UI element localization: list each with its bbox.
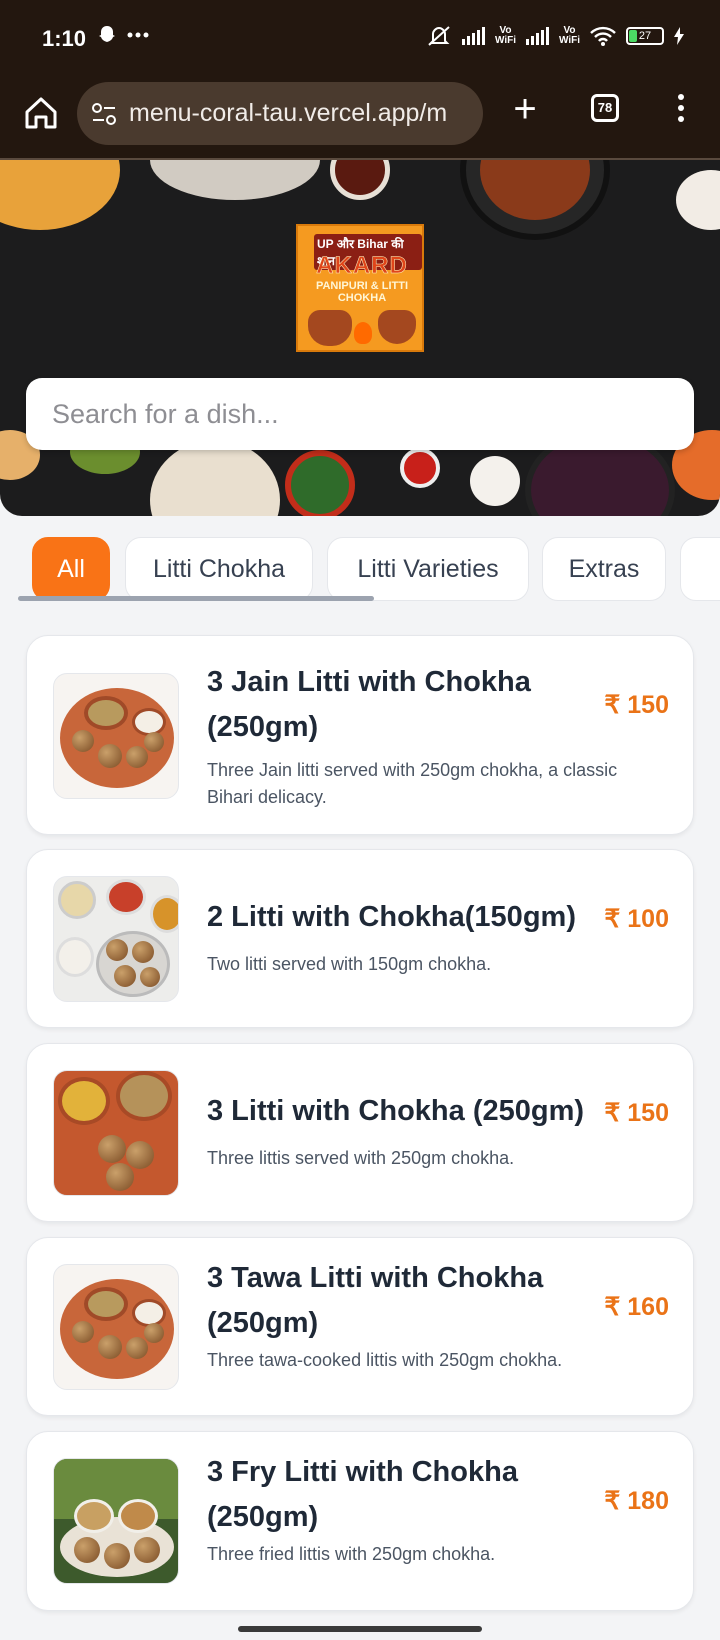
item-price: ₹ 150 (604, 691, 669, 719)
logo-pot-graphic (378, 310, 416, 344)
battery-level: 27 (638, 30, 652, 42)
url-text[interactable]: menu-coral-tau.vercel.app/m (129, 99, 469, 128)
status-right-icons: Vo WiFi Vo WiFi 27 (426, 24, 684, 48)
decor-dish (400, 448, 440, 488)
logo-pot-graphic (308, 310, 352, 346)
vowifi-icon-2: Vo WiFi (558, 25, 580, 46)
menu-item-card[interactable]: 3 Jain Litti with Chokha (250gm) Three J… (26, 635, 694, 835)
item-description: Three tawa-cooked littis with 250gm chok… (207, 1350, 563, 1370)
item-name: 2 Litti with Chokha(150gm) (207, 901, 576, 933)
dish-image (53, 1264, 179, 1390)
menu-item-card[interactable]: 3 Fry Litti with Chokha (250gm) Three fr… (26, 1431, 694, 1611)
restaurant-logo: UP और Bihar की शान AKARD PANIPURI & LITT… (296, 224, 424, 352)
more-notifications-icon (127, 32, 149, 38)
menu-item-card[interactable]: 2 Litti with Chokha(150gm) Two litti ser… (26, 849, 694, 1028)
item-description: Three littis served with 250gm chokha. (207, 1148, 515, 1168)
item-price: ₹ 180 (604, 1487, 669, 1515)
new-tab-button[interactable]: + (505, 89, 545, 130)
item-name: 3 Jain Litti with Chokha (250gm) (207, 666, 531, 743)
decor-dish (330, 160, 390, 200)
item-description: Three Jain litti served with 250gm chokh… (207, 760, 618, 807)
menu-item-card[interactable]: 3 Tawa Litti with Chokha (250gm) Three t… (26, 1237, 694, 1416)
hero-banner: UP और Bihar की शान AKARD PANIPURI & LITT… (0, 160, 720, 516)
decor-dish (285, 450, 355, 516)
category-tab-all[interactable]: All (32, 537, 110, 601)
status-time: 1:10 (42, 26, 87, 51)
vowifi-icon: Vo WiFi (494, 25, 516, 46)
item-description: Two litti served with 150gm chokha. (207, 954, 492, 974)
item-description: Three fried littis with 250gm chokha. (207, 1544, 496, 1564)
address-bar[interactable]: menu-coral-tau.vercel.app/m (77, 82, 483, 145)
dish-image (53, 1070, 179, 1196)
menu-item-card[interactable]: 3 Litti with Chokha (250gm) Three littis… (26, 1043, 694, 1222)
dish-image (53, 1458, 179, 1584)
decor-dish (676, 170, 720, 230)
category-tab-extras[interactable]: Extras (542, 537, 666, 601)
charging-icon (674, 27, 684, 45)
category-tabs: All Litti Chokha Litti Varieties Extras (0, 534, 720, 604)
home-icon[interactable] (20, 92, 62, 134)
category-tab-more[interactable] (680, 537, 720, 601)
decor-dish (150, 160, 320, 200)
dish-image (53, 673, 179, 799)
item-price: ₹ 100 (604, 905, 669, 933)
search-input[interactable] (52, 396, 662, 432)
category-scrollbar[interactable] (18, 596, 374, 601)
decor-dish (470, 456, 520, 506)
decor-dish (0, 160, 120, 230)
item-price: ₹ 160 (604, 1293, 669, 1321)
battery-icon: 27 (626, 27, 664, 45)
gesture-home-indicator[interactable] (238, 1626, 482, 1632)
signal-icon-2 (525, 27, 549, 45)
category-tab-litti-varieties[interactable]: Litti Varieties (327, 537, 529, 601)
browser-toolbar: menu-coral-tau.vercel.app/m + 78 (0, 78, 720, 158)
decor-dish (150, 440, 280, 516)
dish-image (53, 876, 179, 1002)
signal-icon (461, 27, 485, 45)
logo-fire-graphic (354, 322, 372, 344)
snapchat-icon (99, 26, 115, 42)
status-left-icons (96, 24, 150, 46)
logo-brand: AKARD (316, 252, 408, 280)
status-bar: 1:10 Vo WiFi Vo WiFi 27 (0, 0, 720, 78)
item-price: ₹ 150 (604, 1099, 669, 1127)
more-menu-icon[interactable] (671, 94, 691, 126)
item-name: 3 Litti with Chokha (250gm) (207, 1095, 585, 1127)
logo-subtitle: PANIPURI & LITTI CHOKHA (315, 280, 409, 304)
search-bar[interactable] (26, 378, 694, 450)
tab-switcher-button[interactable]: 78 (591, 94, 619, 122)
item-name: 3 Tawa Litti with Chokha (250gm) (207, 1262, 544, 1339)
site-settings-icon[interactable] (91, 102, 117, 126)
silent-bell-icon (428, 26, 450, 46)
item-name: 3 Fry Litti with Chokha (250gm) (207, 1456, 518, 1533)
wifi-icon (590, 26, 616, 46)
category-tab-litti-chokha[interactable]: Litti Chokha (125, 537, 313, 601)
